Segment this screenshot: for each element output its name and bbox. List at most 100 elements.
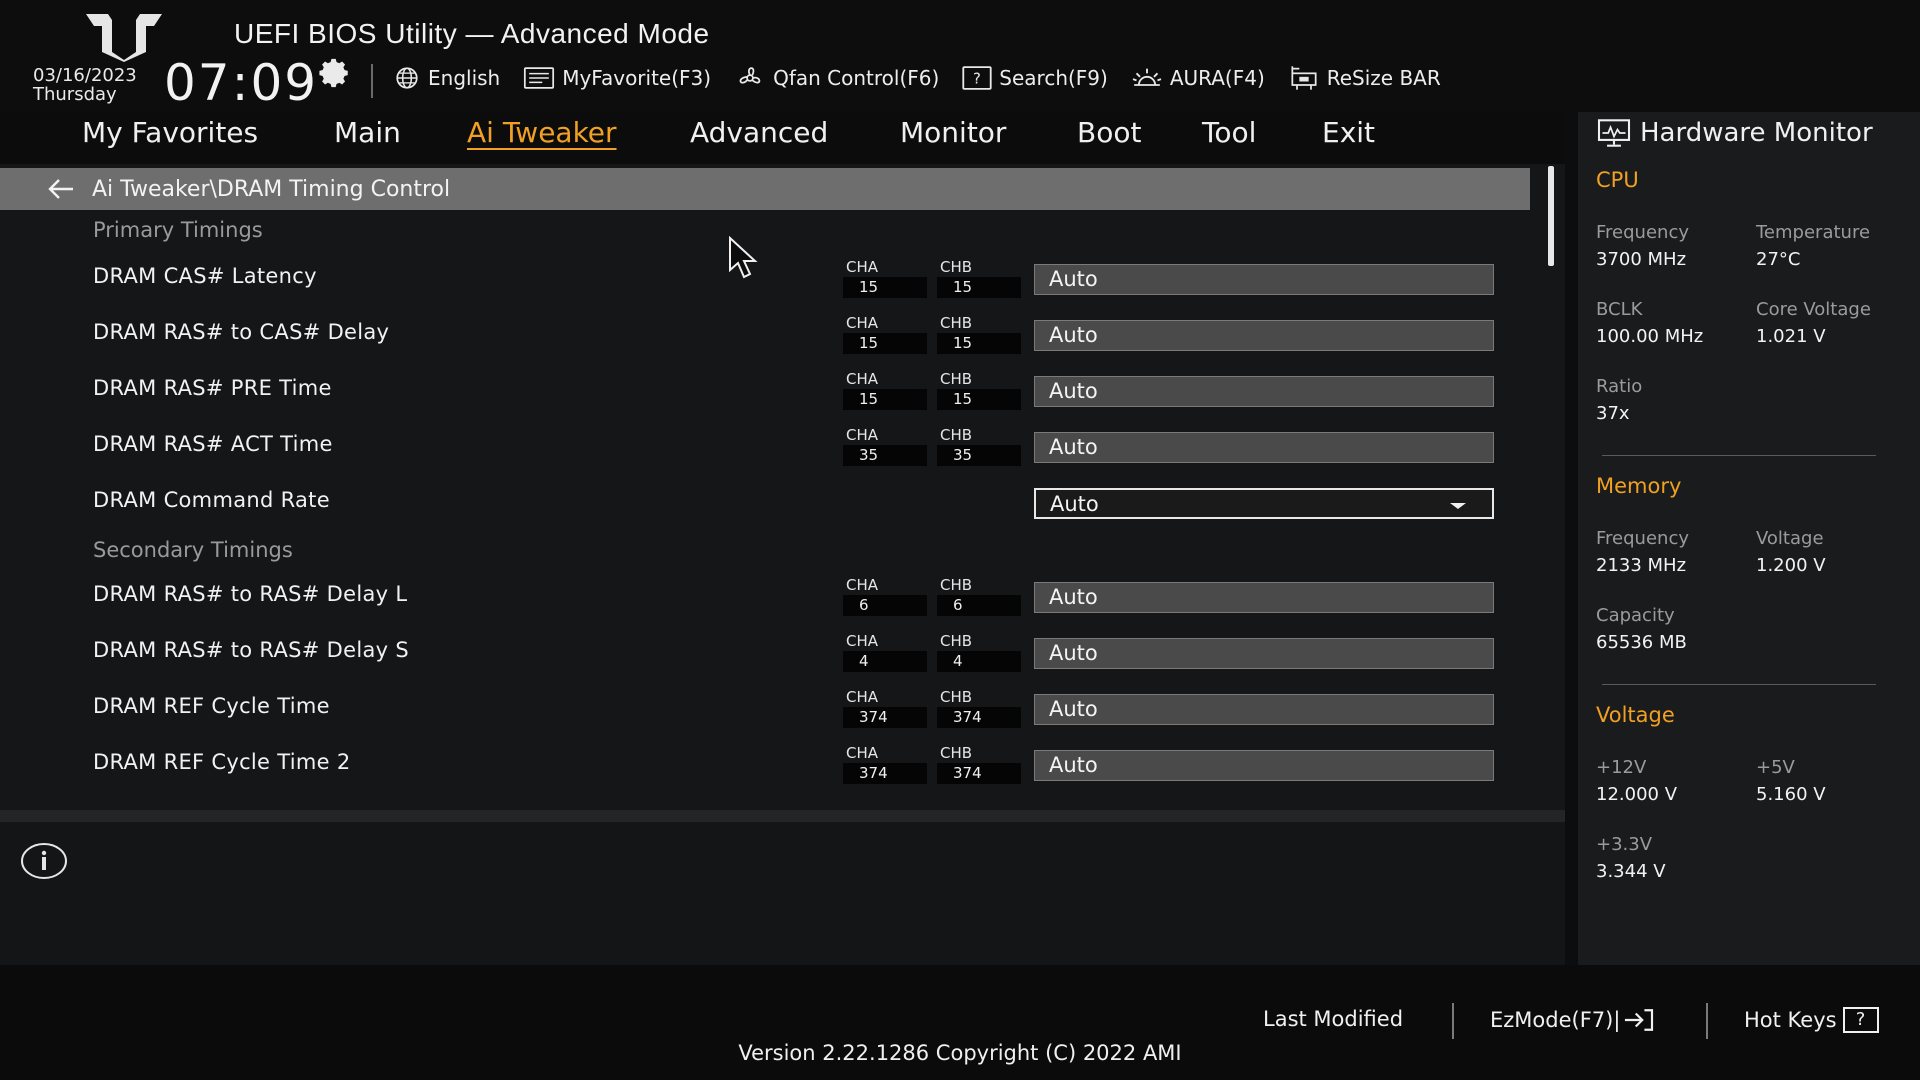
ref-cycle-time-2-field[interactable]: Auto [1034, 750, 1494, 781]
chb-readout: 15 [937, 333, 1021, 354]
qfan-label: Qfan Control(F6) [773, 66, 940, 90]
chb-label: CHB [940, 370, 973, 388]
chb-label: CHB [940, 258, 973, 276]
v5-label: +5V [1756, 757, 1795, 778]
ras-act-time-field[interactable]: Auto [1034, 432, 1494, 463]
app-title: UEFI BIOS Utility — Advanced Mode [234, 18, 710, 49]
cha-label: CHA [846, 370, 879, 388]
cha-label: CHA [846, 426, 879, 444]
tab-tool[interactable]: Tool [1202, 116, 1256, 149]
language-button[interactable]: English [392, 65, 500, 91]
ratio-value: 37x [1596, 403, 1630, 424]
ras-to-ras-delay-l-field[interactable]: Auto [1034, 582, 1494, 613]
chb-label: CHB [940, 744, 973, 762]
row-label: DRAM RAS# to CAS# Delay [93, 320, 390, 344]
chb-value: CHB 15 [937, 370, 1021, 410]
chevron-down-icon [1450, 503, 1466, 509]
ratio-label: Ratio [1596, 376, 1643, 397]
mouse-cursor-icon [729, 236, 758, 279]
ref-cycle-time-field[interactable]: Auto [1034, 694, 1494, 725]
cha-readout: 4 [843, 651, 927, 672]
breadcrumb[interactable]: Ai Tweaker\DRAM Timing Control [0, 168, 1530, 210]
row-label: DRAM RAS# ACT Time [93, 432, 333, 456]
resize-bar-label: ReSize BAR [1326, 66, 1441, 90]
tab-main[interactable]: Main [334, 116, 401, 149]
bclk-label: BCLK [1596, 299, 1643, 320]
cha-label: CHA [846, 632, 879, 650]
voltage-heading: Voltage [1596, 703, 1675, 727]
memory-voltage-label: Voltage [1756, 528, 1824, 549]
clock[interactable]: 07:09 [164, 54, 318, 112]
ezmode-exit-icon [1625, 1009, 1654, 1031]
chb-readout: 374 [937, 763, 1021, 784]
chb-value: CHB 15 [937, 258, 1021, 298]
chb-label: CHB [940, 314, 973, 332]
tab-boot[interactable]: Boot [1077, 116, 1141, 149]
search-label: Search(F9) [999, 66, 1108, 90]
resize-bar-button[interactable]: ReSize BAR [1287, 64, 1441, 92]
svg-text:?: ? [973, 70, 981, 88]
row-label: DRAM Command Rate [93, 488, 330, 512]
chb-readout: 15 [937, 277, 1021, 298]
day-text: Thursday [33, 84, 117, 105]
ras-pre-time-field[interactable]: Auto [1034, 376, 1494, 407]
cha-label: CHA [846, 258, 879, 276]
tab-advanced[interactable]: Advanced [690, 116, 828, 149]
capacity-value: 65536 MB [1596, 632, 1687, 653]
gear-icon[interactable] [318, 56, 352, 90]
hardware-monitor: Hardware Monitor CPU Frequency Temperatu… [1578, 112, 1920, 965]
cha-readout: 15 [843, 333, 927, 354]
row-label: DRAM RAS# to RAS# Delay L [93, 582, 408, 606]
memory-frequency-value: 2133 MHz [1596, 555, 1687, 576]
chb-readout: 374 [937, 707, 1021, 728]
cas-latency-field[interactable]: Auto [1034, 264, 1494, 295]
tab-exit[interactable]: Exit [1322, 116, 1375, 149]
back-arrow-icon[interactable] [46, 178, 76, 200]
myfavorite-button[interactable]: MyFavorite(F3) [522, 66, 711, 90]
info-icon [21, 843, 67, 879]
chb-label: CHB [940, 576, 973, 594]
date-text: 03/16/2023 [33, 65, 137, 86]
command-rate-select[interactable]: Auto [1034, 488, 1494, 519]
cha-label: CHA [846, 744, 879, 762]
cpu-heading: CPU [1596, 168, 1639, 192]
aura-icon [1132, 68, 1162, 86]
qfan-control-button[interactable]: Qfan Control(F6) [733, 64, 939, 92]
last-modified-button[interactable]: Last Modified [1263, 1007, 1403, 1031]
chb-label: CHB [940, 688, 973, 706]
ezmode-button[interactable]: EzMode(F7)| [1490, 1007, 1656, 1033]
search-button[interactable]: ? Search(F9) [961, 65, 1108, 91]
row-label: DRAM REF Cycle Time [93, 694, 330, 718]
memory-voltage-value: 1.200 V [1756, 555, 1826, 576]
chb-label: CHB [940, 426, 973, 444]
bclk-value: 100.00 MHz [1596, 326, 1704, 347]
ras-to-cas-delay-field[interactable]: Auto [1034, 320, 1494, 351]
core-voltage-value: 1.021 V [1756, 326, 1826, 347]
scrollbar[interactable] [1548, 166, 1554, 266]
tuf-logo-icon [86, 14, 162, 62]
cha-value: CHA 374 [843, 688, 927, 728]
v5-value: 5.160 V [1756, 784, 1826, 805]
monitor-icon [1597, 119, 1631, 147]
help-panel [0, 822, 1565, 965]
ras-to-ras-delay-s-field[interactable]: Auto [1034, 638, 1494, 669]
row-label: DRAM REF Cycle Time 2 [93, 750, 351, 774]
footer: Last Modified EzMode(F7)| Hot Keys ? Ver… [0, 965, 1920, 1080]
tab-my-favorites[interactable]: My Favorites [82, 116, 258, 149]
row-label: DRAM RAS# PRE Time [93, 376, 332, 400]
aura-button[interactable]: AURA(F4) [1130, 64, 1265, 92]
cpu-temperature-label: Temperature [1756, 222, 1871, 243]
tab-ai-tweaker[interactable]: Ai Tweaker [467, 116, 617, 149]
chb-value: CHB 15 [937, 314, 1021, 354]
hot-keys-button[interactable]: Hot Keys ? [1744, 1007, 1879, 1033]
globe-icon [396, 67, 418, 89]
cha-value: CHA 15 [843, 258, 927, 298]
main-tabs: My Favorites Main Ai Tweaker Advanced Mo… [0, 112, 1565, 164]
chb-readout: 15 [937, 389, 1021, 410]
tab-monitor[interactable]: Monitor [900, 116, 1006, 149]
cha-readout: 15 [843, 389, 927, 410]
cha-value: CHA 15 [843, 314, 927, 354]
v33-value: 3.344 V [1596, 861, 1666, 882]
cha-value: CHA 6 [843, 576, 927, 616]
breadcrumb-text: Ai Tweaker\DRAM Timing Control [92, 176, 451, 202]
